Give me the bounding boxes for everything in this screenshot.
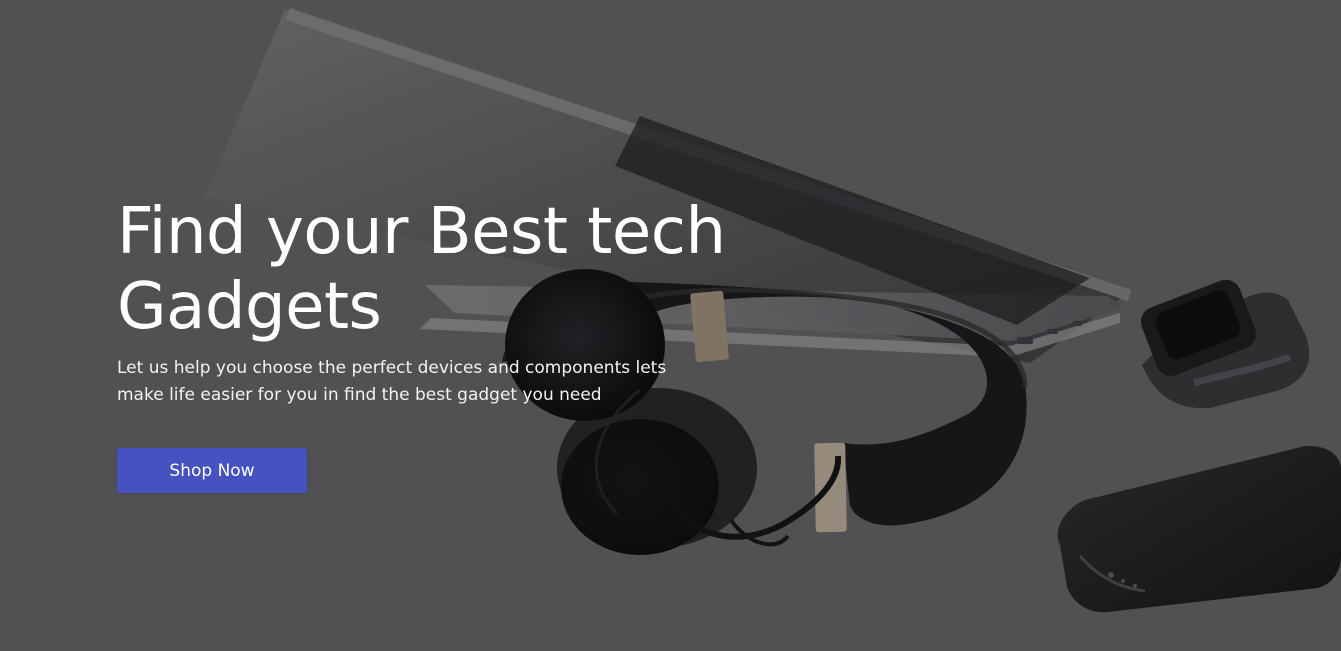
hero-subtitle: Let us help you choose the perfect devic… (117, 358, 667, 405)
hero-section: Find your Best tech Gadgets Let us help … (0, 0, 1341, 651)
shop-now-button[interactable]: Shop Now (117, 448, 307, 493)
hero-text-block: Find your Best tech Gadgets Let us help … (117, 195, 797, 409)
hero-title: Find your Best tech Gadgets (117, 195, 726, 344)
